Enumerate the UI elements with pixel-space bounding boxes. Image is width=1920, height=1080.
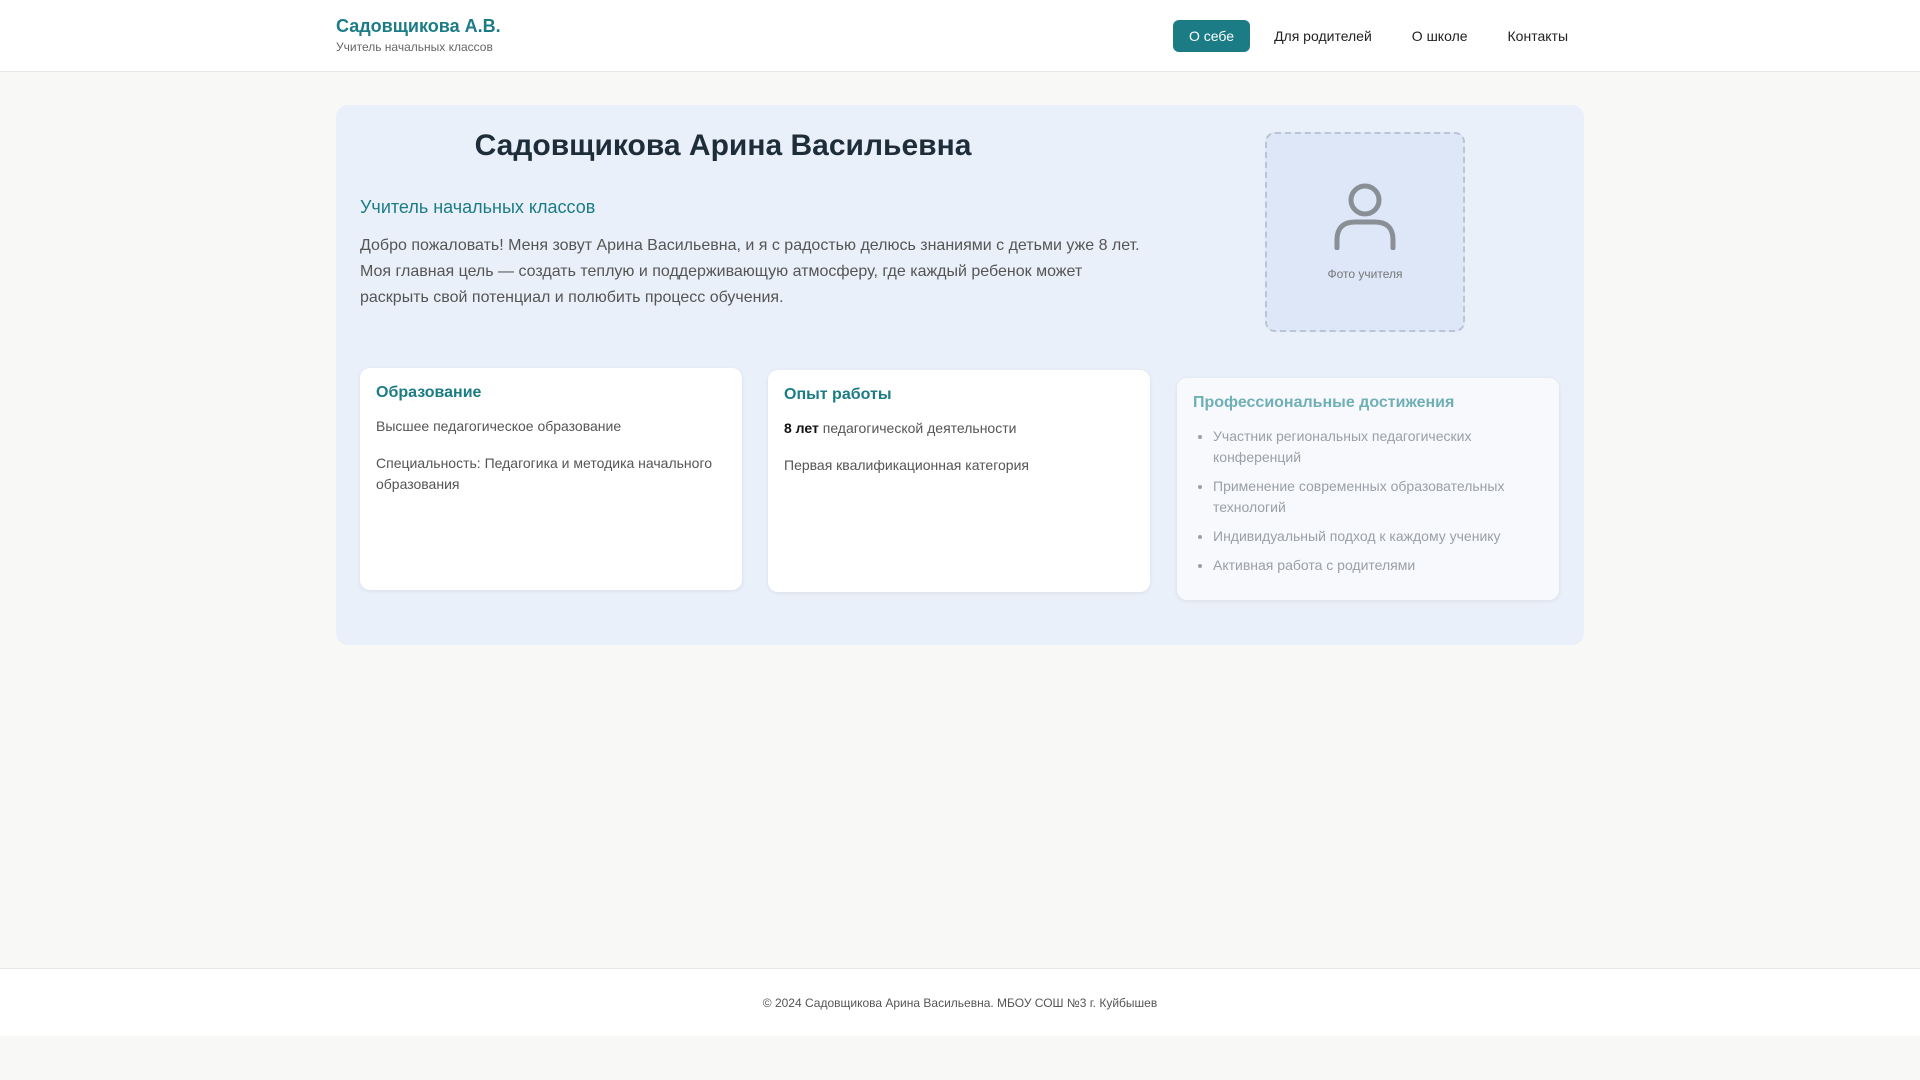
experience-years: 8 лет педагогической деятельности [784,418,1134,439]
main-nav: О себе Для родителей О школе Контакты [1173,20,1592,52]
position-subtitle: Учитель начальных классов [360,197,596,217]
experience-years-text: педагогической деятельности [818,420,1017,436]
brand[interactable]: Садовщикова А.В. Учитель начальных класс… [336,16,501,54]
experience-title: Опыт работы [784,386,892,403]
photo-caption: Фото учителя [1327,267,1403,281]
site-footer: © 2024 Садовщикова Арина Васильевна. МБО… [0,968,1920,1036]
experience-category: Первая квалификационная категория [784,457,1029,473]
education-degree: Высшее педагогическое образование [376,418,622,434]
list-item: Индивидуальный подход к каждому ученику [1213,526,1543,547]
site-header: Садовщикова А.В. Учитель начальных класс… [0,0,1920,72]
user-icon [1333,183,1397,254]
nav-item-parents[interactable]: Для родителей [1258,20,1388,52]
page-title: Садовщикова Арина Васильевна [474,129,972,162]
teacher-photo-placeholder: Фото учителя [1265,132,1465,332]
achievements-title: Профессиональные достижения [1193,394,1455,411]
achievements-list: Участник региональных педагогических кон… [1193,426,1543,576]
brand-name[interactable]: Садовщикова А.В. [336,16,501,37]
brand-subtitle: Учитель начальных классов [336,40,493,54]
education-specialty: Специальность: Педагогика и методика нач… [376,455,713,492]
intro-text: Добро пожаловать! Меня зовут Арина Васил… [360,237,1140,306]
list-item: Применение современных образовательных т… [1213,476,1543,518]
nav-item-contacts[interactable]: Контакты [1492,20,1584,52]
list-item: Участник региональных педагогических кон… [1213,426,1543,468]
education-title: Образование [376,384,482,401]
experience-years-value: 8 лет [784,420,819,436]
nav-item-school[interactable]: О школе [1396,20,1484,52]
list-item: Активная работа с родителями [1213,555,1543,576]
experience-card: Опыт работы 8 лет педагогической деятель… [768,370,1150,592]
education-card: Образование Высшее педагогическое образо… [360,368,742,590]
footer-copyright: © 2024 Садовщикова Арина Васильевна. МБО… [762,996,1158,1010]
nav-item-about[interactable]: О себе [1173,20,1251,52]
about-panel: Садовщикова Арина Васильевна Учитель нач… [336,105,1584,645]
achievements-card: Профессиональные достижения Участник рег… [1177,378,1559,600]
